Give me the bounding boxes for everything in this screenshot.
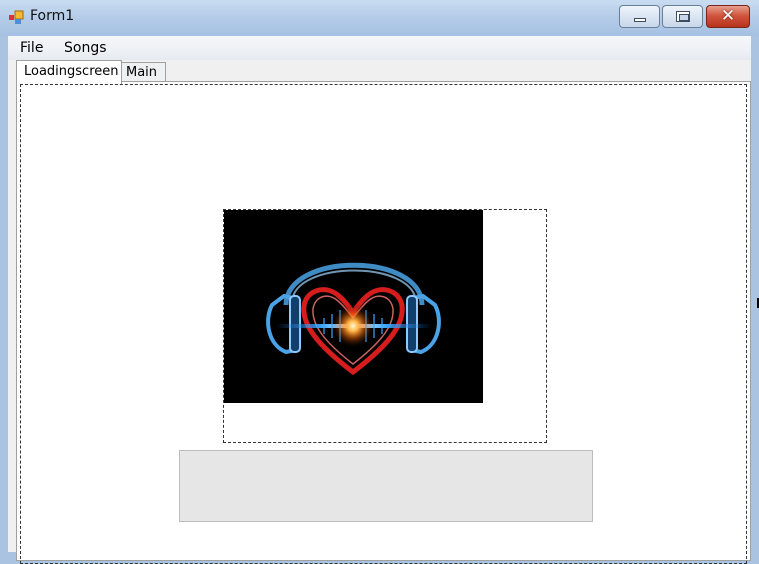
window-title: Form1 xyxy=(30,8,75,24)
form-client-area: File Songs Loadingscreen Main xyxy=(8,36,751,564)
menu-songs[interactable]: Songs xyxy=(60,39,111,57)
close-button[interactable]: ✕ xyxy=(706,5,750,28)
close-icon: ✕ xyxy=(720,6,736,26)
designer-selection-border xyxy=(20,84,747,564)
menu-bar: File Songs xyxy=(8,36,751,60)
menu-file[interactable]: File xyxy=(16,39,47,57)
picture-box xyxy=(223,209,547,443)
loading-progress-bar xyxy=(179,450,593,522)
tab-page-loadingscreen xyxy=(16,81,751,564)
minimize-button[interactable] xyxy=(619,5,660,28)
tab-loadingscreen[interactable]: Loadingscreen xyxy=(16,60,122,84)
form-app-icon xyxy=(9,10,24,24)
maximize-icon xyxy=(676,11,690,22)
minimize-icon xyxy=(634,18,646,22)
heart-headphones-image xyxy=(224,210,483,403)
maximize-button[interactable] xyxy=(662,5,703,28)
title-bar[interactable]: Form1 ✕ xyxy=(0,0,759,36)
